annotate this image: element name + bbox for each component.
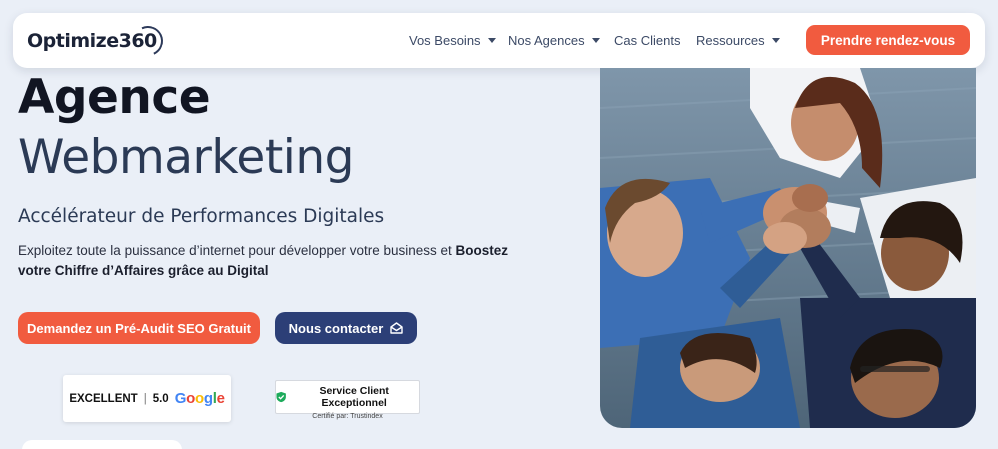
contact-button-label: Nous contacter [288,320,384,336]
chevron-down-icon [487,38,496,43]
seo-audit-button[interactable]: Demandez un Pré-Audit SEO Gratuit [18,312,260,344]
envelope-open-icon [390,322,404,334]
google-rating-badge[interactable]: EXCELLENT | 5.0 Google [63,375,231,422]
team-high-five-photo [600,68,976,428]
badge-separator: | [143,392,147,405]
contact-button[interactable]: Nous contacter [275,312,417,344]
shield-check-icon [276,391,286,403]
logo-number: 360 [119,21,168,61]
partial-card [22,440,182,449]
rating-score: 5.0 [152,392,169,405]
hero-title-line2: Webmarketing [18,130,354,185]
nav-label: Cas Clients [614,33,681,48]
hero-title-line1: Agence [18,70,211,125]
logo-ring-icon [128,21,168,61]
book-appointment-button[interactable]: Prendre rendez-vous [806,25,970,55]
nav-label: Ressources [696,33,765,48]
nav-label: Nos Agences [508,33,585,48]
hero-description: Exploitez toute la puissance d’internet … [18,241,518,281]
trust-subtitle: Certifié par: Trustindex [312,413,383,420]
nav-label: Vos Besoins [409,33,481,48]
site-header: Optimize 360 Vos Besoins Nos Agences Cas… [13,13,985,68]
nav-item-vos-besoins[interactable]: Vos Besoins [409,13,496,68]
trust-title: Service Client Exceptionnel [319,385,389,409]
logo[interactable]: Optimize 360 [27,21,168,61]
rating-label: EXCELLENT [69,392,138,405]
chevron-down-icon [771,38,780,43]
google-logo: Google [174,390,225,407]
trustindex-badge[interactable]: Service Client Exceptionnel Certifié par… [275,380,420,420]
nav-item-ressources[interactable]: Ressources [696,13,780,68]
chevron-down-icon [591,38,600,43]
nav-item-nos-agences[interactable]: Nos Agences [508,13,600,68]
nav-item-cas-clients[interactable]: Cas Clients [614,13,680,68]
description-text: Exploitez toute la puissance d’internet … [18,243,456,258]
logo-text: Optimize [27,30,119,52]
hero-subtitle: Accélérateur de Performances Digitales [18,206,385,227]
